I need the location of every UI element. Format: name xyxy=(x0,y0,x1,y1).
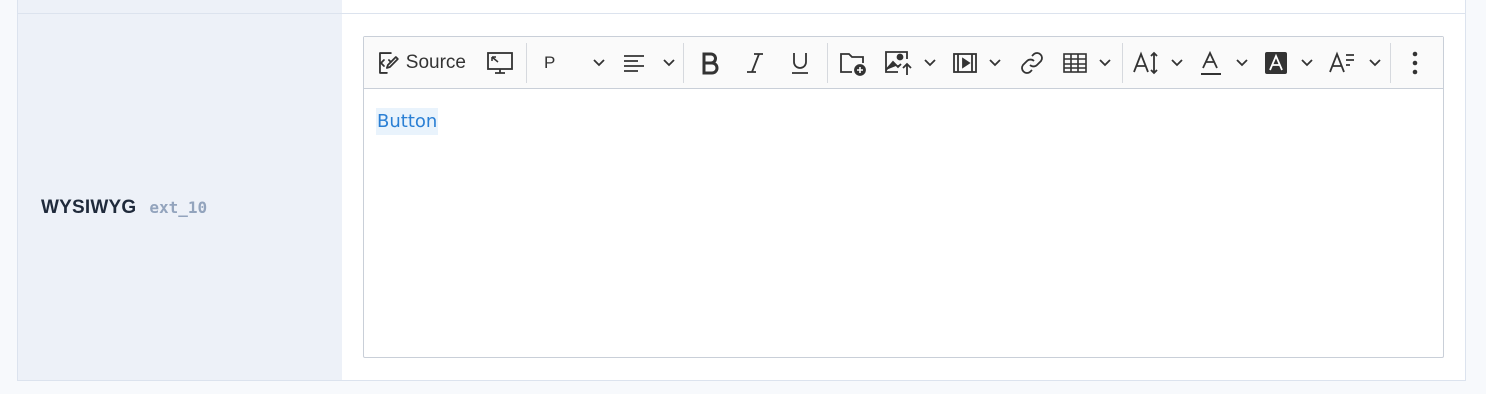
link-icon xyxy=(1021,52,1043,74)
source-icon xyxy=(379,52,399,74)
source-label: Source xyxy=(405,52,466,73)
form-row: WYSIWYG ext_10 Source P Button xyxy=(17,0,1466,381)
heading-value: P xyxy=(544,53,556,72)
chevron-down-icon xyxy=(1171,59,1183,67)
field-code: ext_10 xyxy=(149,198,208,217)
insert-media-dropdown[interactable] xyxy=(952,46,1002,80)
field-name: WYSIWYG xyxy=(41,197,137,218)
underline-icon xyxy=(792,53,808,74)
insert-image-icon xyxy=(885,51,912,75)
table-icon xyxy=(1063,53,1087,73)
field-label: WYSIWYG ext_10 xyxy=(41,197,207,219)
font-size-icon xyxy=(1133,51,1158,75)
link-button[interactable] xyxy=(1017,46,1047,80)
underline-button[interactable] xyxy=(785,46,815,80)
fullscreen-icon xyxy=(487,52,513,74)
chevron-down-icon xyxy=(663,59,675,67)
more-vertical-icon xyxy=(1412,51,1418,75)
italic-icon xyxy=(747,53,763,73)
chevron-down-icon xyxy=(1369,59,1381,67)
chevron-down-icon xyxy=(593,59,605,67)
highlight-dropdown[interactable] xyxy=(1264,46,1314,80)
chevron-down-icon xyxy=(924,59,936,67)
previous-row-strip xyxy=(18,0,1465,14)
chevron-down-icon xyxy=(1236,59,1248,67)
file-manager-icon xyxy=(840,53,866,76)
highlight-icon xyxy=(1265,52,1287,74)
font-color-icon xyxy=(1201,50,1221,75)
wysiwyg-editor: Source P Button xyxy=(363,36,1444,358)
content-button-link[interactable]: Button xyxy=(376,108,439,135)
paragraph-format-dropdown[interactable]: P xyxy=(536,46,606,80)
text-style-icon xyxy=(1329,51,1354,73)
more-options-button[interactable] xyxy=(1402,46,1428,80)
editor-toolbar: Source P xyxy=(364,37,1443,89)
label-column: WYSIWYG ext_10 xyxy=(18,14,342,380)
align-dropdown[interactable] xyxy=(622,46,676,80)
fullscreen-button[interactable] xyxy=(484,46,516,80)
bold-icon xyxy=(702,52,719,75)
italic-button[interactable] xyxy=(740,46,770,80)
align-left-icon xyxy=(624,55,644,72)
insert-image-dropdown[interactable] xyxy=(883,46,937,80)
table-dropdown[interactable] xyxy=(1062,46,1112,80)
font-color-dropdown[interactable] xyxy=(1199,46,1249,80)
file-manager-button[interactable] xyxy=(836,46,870,80)
editor-content-area[interactable]: Button xyxy=(364,89,1443,357)
chevron-down-icon xyxy=(1099,59,1111,67)
chevron-down-icon xyxy=(1301,59,1313,67)
bold-button[interactable] xyxy=(694,46,726,80)
text-style-dropdown[interactable] xyxy=(1328,46,1382,80)
insert-media-icon xyxy=(953,53,977,73)
source-button[interactable]: Source xyxy=(376,46,466,80)
font-size-dropdown[interactable] xyxy=(1132,46,1184,80)
chevron-down-icon xyxy=(989,59,1001,67)
